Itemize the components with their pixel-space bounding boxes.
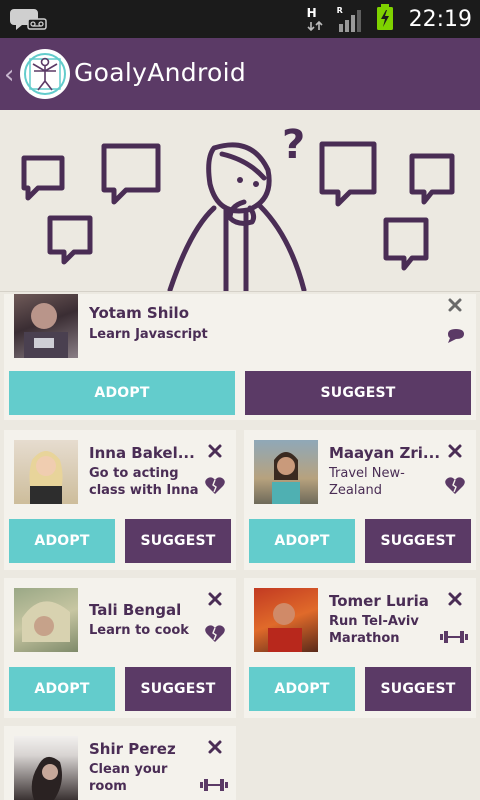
goal-card[interactable]: Tomer Luria Run Tel-Aviv Marathon ADOPT … [244, 578, 476, 718]
user-name: Tomer Luria [329, 592, 429, 610]
signal-strength-icon: R [337, 4, 365, 34]
adopt-button[interactable]: ADOPT [249, 519, 355, 563]
close-icon[interactable] [207, 739, 223, 755]
app-logo-icon[interactable] [20, 49, 70, 99]
avatar [254, 588, 318, 652]
suggest-button[interactable]: SUGGEST [125, 667, 231, 711]
goal-text: Go to acting class with Inna [89, 466, 199, 498]
hero-illustration: ? [0, 110, 480, 292]
network-data-icon: H [305, 4, 327, 34]
user-name: Tali Bengal [89, 601, 182, 619]
adopt-button[interactable]: ADOPT [9, 519, 115, 563]
suggest-button[interactable]: SUGGEST [365, 519, 471, 563]
app-title: GoalyAndroid [74, 58, 246, 87]
dumbbell-icon [200, 776, 228, 795]
close-icon[interactable] [447, 443, 463, 459]
adopt-button[interactable]: ADOPT [9, 667, 115, 711]
heart-icon [205, 477, 225, 499]
user-name: Yotam Shilo [89, 304, 190, 322]
goal-text: Learn Javascript [89, 327, 208, 342]
close-icon[interactable] [447, 297, 463, 313]
avatar [14, 440, 78, 504]
action-bar: ‹ GoalyAndroid [0, 38, 480, 110]
close-icon[interactable] [207, 591, 223, 607]
close-icon[interactable] [447, 591, 463, 607]
confused-person-illustration: ? [21, 122, 455, 291]
goal-text: Learn to cook [89, 623, 189, 638]
heart-icon [445, 477, 465, 499]
suggest-button[interactable]: SUGGEST [245, 371, 471, 415]
back-chevron-icon[interactable]: ‹ [4, 60, 14, 90]
adopt-button[interactable]: ADOPT [249, 667, 355, 711]
suggest-button[interactable]: SUGGEST [125, 519, 231, 563]
status-bar: H R 22:19 [0, 0, 480, 38]
avatar [14, 294, 78, 358]
goal-text: Travel New-Zealand [329, 466, 405, 498]
dumbbell-icon [440, 628, 468, 647]
user-name: Shir Perez [89, 740, 176, 758]
goal-card[interactable]: Yotam Shilo Learn Javascript ADOPT SUGGE… [4, 294, 476, 420]
user-name: Inna Bakel... [89, 444, 195, 462]
goal-text: Clean your room [89, 762, 168, 794]
adopt-button[interactable]: ADOPT [9, 371, 235, 415]
avatar [254, 440, 318, 504]
goal-text: Run Tel-Aviv Marathon [329, 614, 419, 646]
goal-card[interactable]: Shir Perez Clean your room [4, 726, 236, 800]
heart-icon [205, 625, 225, 647]
goal-card[interactable]: Maayan Zri... Travel New-Zealand ADOPT S… [244, 430, 476, 570]
avatar [14, 588, 78, 652]
goal-card[interactable]: Inna Bakel... Go to acting class with In… [4, 430, 236, 570]
user-name: Maayan Zri... [329, 444, 441, 462]
goal-card[interactable]: Tali Bengal Learn to cook ADOPT SUGGEST [4, 578, 236, 718]
voicemail-notification-icon [10, 5, 50, 37]
question-mark: ? [282, 122, 305, 168]
avatar [14, 736, 78, 800]
clock: 22:19 [408, 6, 472, 32]
close-icon[interactable] [207, 443, 223, 459]
battery-charging-icon [375, 2, 395, 36]
speech-bubble-icon [444, 328, 466, 348]
suggest-button[interactable]: SUGGEST [365, 667, 471, 711]
